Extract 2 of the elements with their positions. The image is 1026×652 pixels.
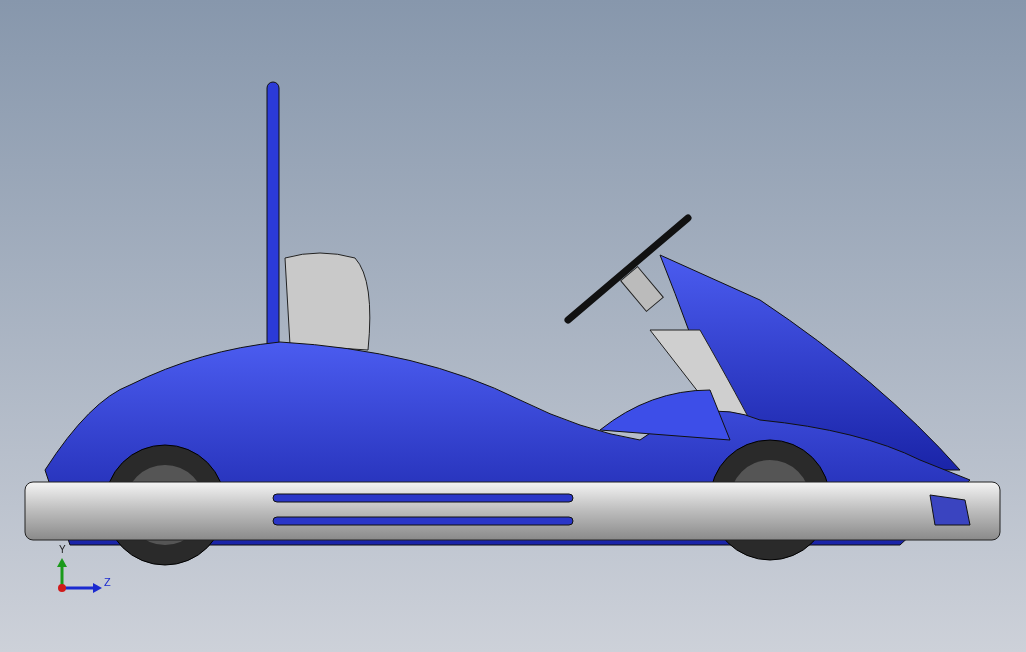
axis-label: Z	[104, 577, 111, 588]
axis-label: Y	[59, 545, 66, 555]
